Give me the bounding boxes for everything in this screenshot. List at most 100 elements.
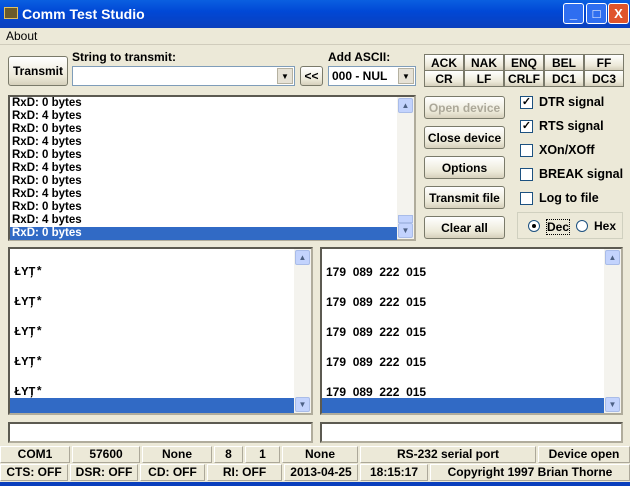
close-device-button[interactable]: Close device <box>424 126 505 149</box>
insert-ascii-button[interactable]: << <box>300 66 323 86</box>
ascii-button-ack[interactable]: ACK <box>424 54 464 71</box>
text-line: ŁYŢ* <box>14 265 43 279</box>
scroll-down-icon[interactable]: ▼ <box>398 223 413 238</box>
log-row[interactable]: RxD: 0 bytes <box>10 201 397 214</box>
checkbox-log-label[interactable]: Log to file <box>539 191 599 205</box>
checkbox-rts-label[interactable]: RTS signal <box>539 119 604 133</box>
status-parity: None <box>142 446 212 463</box>
scroll-up-icon[interactable]: ▲ <box>398 98 413 113</box>
ascii-label: Add ASCII: <box>328 50 391 64</box>
transmit-button[interactable]: Transmit <box>8 56 68 86</box>
checkbox-xon-label[interactable]: XOn/XOff <box>539 143 595 157</box>
log-row[interactable]: RxD: 0 bytes <box>10 149 397 162</box>
format-group: Dec Hex <box>517 212 623 239</box>
checkbox-brk-label[interactable]: BREAK signal <box>539 167 623 181</box>
window-title: Comm Test Studio <box>22 6 145 22</box>
menu-bar: About <box>0 28 630 45</box>
radio-hex[interactable] <box>576 220 588 232</box>
log-row[interactable]: RxD: 4 bytes <box>10 188 397 201</box>
scroll-down-icon[interactable]: ▼ <box>605 397 620 412</box>
app-icon <box>4 7 18 19</box>
checkbox-dtr-label[interactable]: DTR signal <box>539 95 604 109</box>
selected-line <box>322 398 604 413</box>
log-scrollbar[interactable]: ▲ ▼ <box>397 97 414 239</box>
status-date: 2013-04-25 <box>284 464 358 481</box>
status-stop-bits: 1 <box>245 446 280 463</box>
status-data-bits: 8 <box>214 446 243 463</box>
log-row[interactable]: RxD: 0 bytes <box>10 175 397 188</box>
dec-line: 179 089 222 015 <box>326 325 427 339</box>
dec-pane[interactable]: 179 089 222 015 179 089 222 015 179 089 22… <box>320 247 623 415</box>
text-line: ŁYŢ* <box>14 325 43 339</box>
dec-line: 179 089 222 015 <box>326 295 427 309</box>
ascii-button-bel[interactable]: BEL <box>544 54 584 71</box>
status-time: 18:15:17 <box>360 464 428 481</box>
radio-hex-label[interactable]: Hex <box>594 219 616 233</box>
radio-dec-label[interactable]: Dec <box>546 219 571 235</box>
checkbox-brk[interactable] <box>520 168 533 181</box>
dec-scrollbar[interactable]: ▲ ▼ <box>604 249 621 413</box>
selected-line <box>10 398 294 413</box>
status-dsr: DSR: OFF <box>70 464 138 481</box>
checkbox-xon[interactable] <box>520 144 533 157</box>
options-button[interactable]: Options <box>424 156 505 179</box>
taskbar-edge <box>0 482 630 486</box>
log-row[interactable]: RxD: 0 bytes <box>10 123 397 136</box>
status-port: COM1 <box>0 446 70 463</box>
transmit-label: Transmit <box>12 64 63 78</box>
log-row[interactable]: RxD: 0 bytes <box>10 227 397 240</box>
ascii-button-cr[interactable]: CR <box>424 70 464 87</box>
menu-about[interactable]: About <box>6 29 37 43</box>
text-line: ŁYŢ* <box>14 295 43 309</box>
scroll-up-icon[interactable]: ▲ <box>295 250 310 265</box>
ascii-button-nak[interactable]: NAK <box>464 54 504 71</box>
log-row[interactable]: RxD: 0 bytes <box>10 97 397 110</box>
ascii-button-ff[interactable]: FF <box>584 54 624 71</box>
scroll-up-icon[interactable]: ▲ <box>605 250 620 265</box>
ascii-button-crlf[interactable]: CRLF <box>504 70 544 87</box>
close-button[interactable]: X <box>608 3 629 24</box>
text-line: ŁYŢ* <box>14 355 43 369</box>
ascii-button-lf[interactable]: LF <box>464 70 504 87</box>
title-bar: Comm Test Studio _ □ X <box>0 0 630 28</box>
status-port-type: RS-232 serial port <box>360 446 536 463</box>
open-device-button[interactable]: Open device <box>424 96 505 119</box>
text-pane[interactable]: ŁYŢ* ŁYŢ* ŁYŢ* ŁYŢ* ŁYŢ* ▲ ▼ <box>8 247 313 415</box>
text-line: ŁYŢ* <box>14 385 43 399</box>
string-input[interactable]: ▼ <box>72 66 295 86</box>
dec-line: 179 089 222 015 <box>326 355 427 369</box>
status-cts: CTS: OFF <box>0 464 68 481</box>
checkbox-log[interactable] <box>520 192 533 205</box>
clear-all-button[interactable]: Clear all <box>424 216 505 239</box>
text-input[interactable] <box>8 422 313 443</box>
dec-input[interactable] <box>320 422 623 443</box>
log-row[interactable]: RxD: 4 bytes <box>10 136 397 149</box>
log-row[interactable]: RxD: 4 bytes <box>10 162 397 175</box>
maximize-button[interactable]: □ <box>586 3 607 24</box>
string-label: String to transmit: <box>72 50 176 64</box>
scroll-thumb[interactable] <box>398 215 413 223</box>
ascii-button-dc3[interactable]: DC3 <box>584 70 624 87</box>
ascii-button-enq[interactable]: ENQ <box>504 54 544 71</box>
status-ri: RI: OFF <box>207 464 282 481</box>
radio-dec[interactable] <box>528 220 540 232</box>
scroll-down-icon[interactable]: ▼ <box>295 397 310 412</box>
ascii-button-dc1[interactable]: DC1 <box>544 70 584 87</box>
checkbox-dtr[interactable]: ✓ <box>520 96 533 109</box>
status-device-state: Device open <box>538 446 630 463</box>
log-row[interactable]: RxD: 4 bytes <box>10 214 397 227</box>
ascii-select[interactable]: 000 - NUL ▼ <box>328 66 416 86</box>
chevron-down-icon[interactable]: ▼ <box>277 68 293 84</box>
status-baud: 57600 <box>72 446 140 463</box>
dec-line: 179 089 222 015 <box>326 385 427 399</box>
text-scrollbar[interactable]: ▲ ▼ <box>294 249 311 413</box>
status-copyright: Copyright 1997 Brian Thorne <box>430 464 630 481</box>
log-list[interactable]: RxD: 0 bytes RxD: 4 bytes RxD: 0 bytes RxD:… <box>8 95 416 241</box>
chevron-down-icon[interactable]: ▼ <box>398 68 414 84</box>
log-row[interactable]: RxD: 4 bytes <box>10 110 397 123</box>
status-flow: None <box>282 446 358 463</box>
transmit-file-button[interactable]: Transmit file <box>424 186 505 209</box>
dec-line: 179 089 222 015 <box>326 265 427 279</box>
checkbox-rts[interactable]: ✓ <box>520 120 533 133</box>
minimize-button[interactable]: _ <box>563 3 584 24</box>
